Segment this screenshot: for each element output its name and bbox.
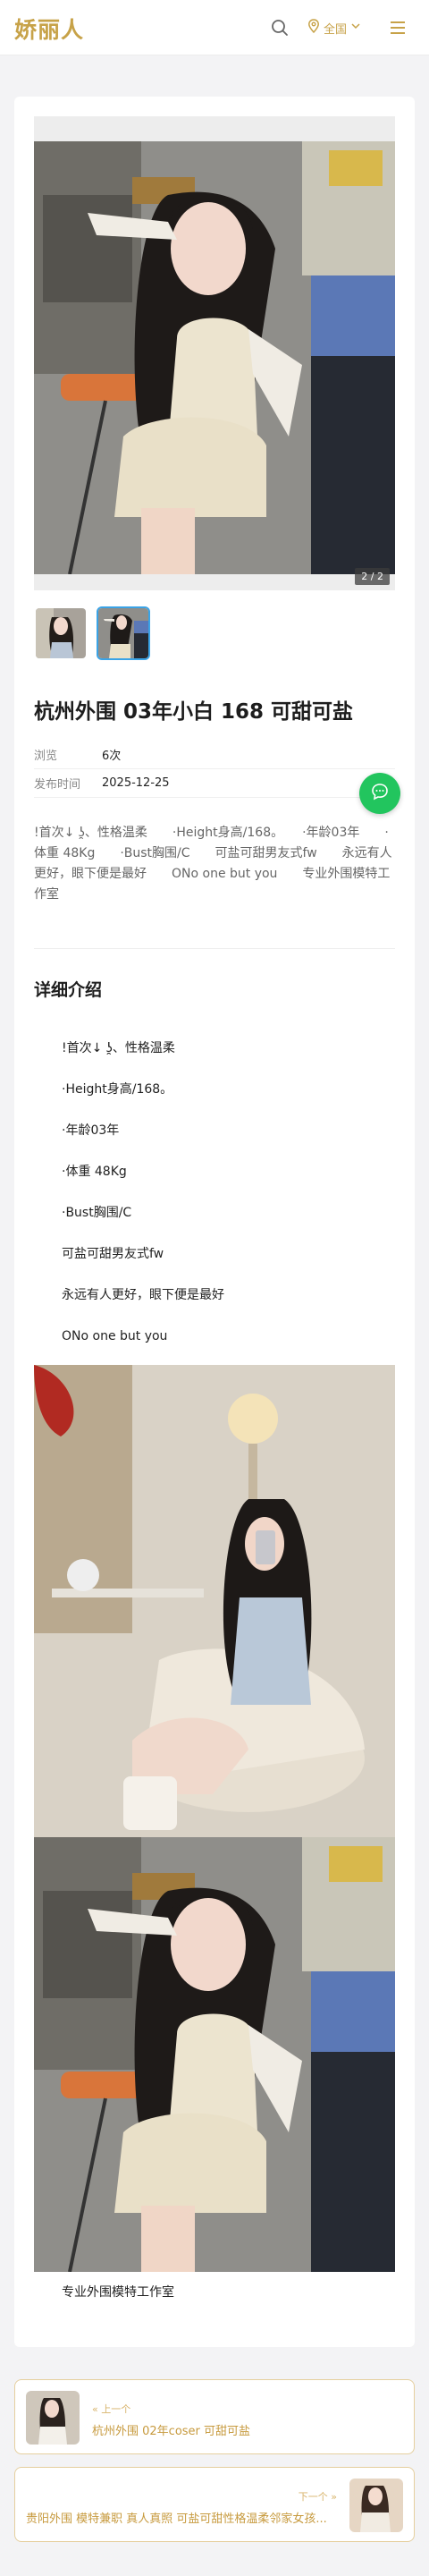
detail-line: ·年龄03年 (62, 1123, 120, 1138)
chat-fab-button[interactable] (359, 773, 400, 814)
detail-line: 可盐可甜男友式fw (62, 1247, 164, 1261)
section-divider (34, 948, 395, 949)
region-selector[interactable]: 全国 (307, 18, 361, 38)
gallery-photo[interactable] (34, 141, 395, 574)
photo-gallery[interactable]: 2 / 2 (34, 116, 395, 590)
chevron-down-icon (350, 21, 361, 35)
detail-line: !首次↓ ʖ̯、性格温柔 (62, 1041, 175, 1055)
next-label: 下一个 » (298, 2491, 337, 2503)
detail-text: !首次↓ ʖ̯、性格温柔 ·Height身高/168。 ·年龄03年 ·体重 4… (62, 1036, 392, 1365)
next-post-link[interactable]: 下一个 » 贵阳外围 模特兼职 真人真照 可盐可甜性格温柔邻家女孩... (14, 2467, 415, 2542)
meta-row-date: 发布时间 2025-12-25 (34, 769, 395, 798)
post-card: 2 / 2 杭州外围 03年小白 168 可甜可盐 浏览 6次 发布时间 202… (14, 97, 415, 2347)
prev-post-thumbnail (26, 2391, 80, 2445)
detail-section-title: 详细介绍 (34, 980, 103, 1000)
post-summary: !首次↓ ʖ̯、性格温柔 ·Height身高/168。 ·年龄03年 ·体重 4… (34, 826, 392, 902)
next-post-thumbnail (349, 2479, 403, 2532)
meta-key: 浏览 (34, 750, 58, 763)
prev-title: 杭州外围 02年coser 可甜可盐 (92, 2425, 251, 2438)
meta-key: 发布时间 (34, 778, 81, 792)
meta-row-views: 浏览 6次 (34, 741, 395, 769)
site-logo[interactable]: 娇丽人 (14, 13, 84, 45)
detail-line: ·Bust胸围/C (62, 1206, 132, 1220)
thumbnail-strip (34, 606, 150, 660)
detail-photo[interactable] (34, 1837, 395, 2272)
next-title: 贵阳外围 模特兼职 真人真照 可盐可甜性格温柔邻家女孩... (26, 2512, 327, 2526)
detail-line: ONo one but you (62, 1329, 168, 1343)
detail-photo[interactable] (34, 1365, 395, 1837)
menu-icon[interactable] (388, 18, 408, 38)
detail-line: ·Height身高/168。 (62, 1082, 173, 1097)
search-icon[interactable] (270, 18, 290, 38)
gallery-thumbnail[interactable] (34, 606, 88, 660)
studio-line: 专业外围模特工作室 (62, 2285, 174, 2300)
location-pin-icon (307, 19, 320, 37)
gallery-thumbnail-active[interactable] (97, 606, 150, 660)
chat-bubble-icon (370, 782, 390, 805)
region-label: 全国 (324, 22, 348, 37)
post-meta: 浏览 6次 发布时间 2025-12-25 (34, 741, 395, 798)
prev-post-link[interactable]: « 上一个 杭州外围 02年coser 可甜可盐 (14, 2379, 415, 2454)
site-header: 娇丽人 全国 (0, 0, 429, 55)
meta-value: 2025-12-25 (102, 776, 170, 790)
detail-line: ·体重 48Kg (62, 1165, 127, 1179)
meta-value: 6次 (102, 750, 122, 763)
image-counter: 2 / 2 (355, 568, 390, 585)
detail-line: 永远有人更好，眼下便是最好 (62, 1288, 224, 1302)
prev-label: « 上一个 (92, 2403, 131, 2415)
post-title: 杭州外围 03年小白 168 可甜可盐 (34, 700, 354, 724)
